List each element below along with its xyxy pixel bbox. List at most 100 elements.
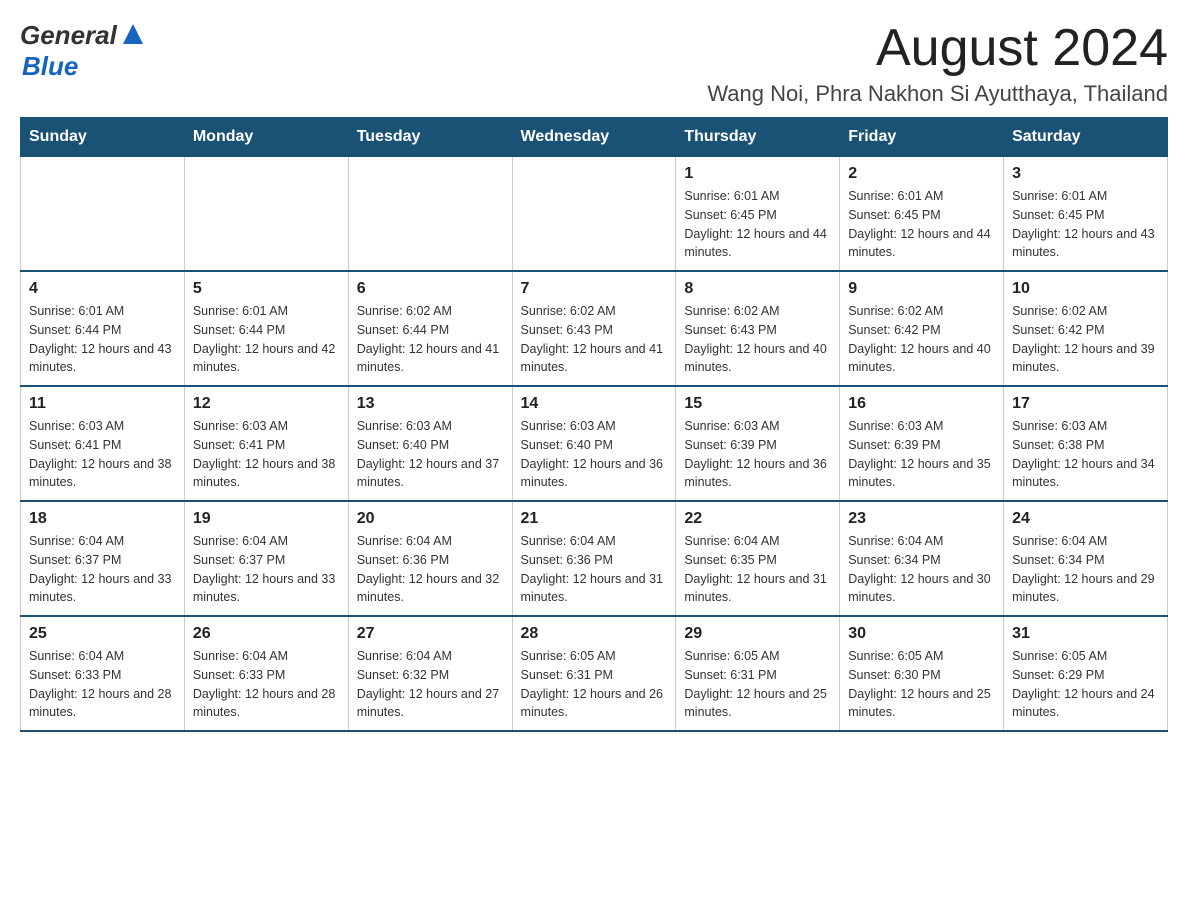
day-number: 11 <box>29 395 176 413</box>
day-number: 26 <box>193 625 340 643</box>
day-number: 16 <box>848 395 995 413</box>
header-monday: Monday <box>184 118 348 157</box>
day-info: Sunrise: 6:03 AMSunset: 6:38 PMDaylight:… <box>1012 417 1159 492</box>
day-cell: 9 Sunrise: 6:02 AMSunset: 6:42 PMDaylight… <box>840 271 1004 386</box>
day-info: Sunrise: 6:05 AMSunset: 6:30 PMDaylight:… <box>848 647 995 722</box>
day-number: 20 <box>357 510 504 528</box>
day-number: 15 <box>684 395 831 413</box>
day-info: Sunrise: 6:04 AMSunset: 6:36 PMDaylight:… <box>521 532 668 607</box>
day-info: Sunrise: 6:03 AMSunset: 6:41 PMDaylight:… <box>29 417 176 492</box>
day-number: 7 <box>521 280 668 298</box>
days-of-week-row: SundayMondayTuesdayWednesdayThursdayFrid… <box>21 118 1168 157</box>
day-info: Sunrise: 6:04 AMSunset: 6:37 PMDaylight:… <box>193 532 340 607</box>
header-thursday: Thursday <box>676 118 840 157</box>
day-number: 30 <box>848 625 995 643</box>
day-number: 13 <box>357 395 504 413</box>
day-cell: 18Sunrise: 6:04 AMSunset: 6:37 PMDayligh… <box>21 501 185 616</box>
day-number: 5 <box>193 280 340 298</box>
day-number: 12 <box>193 395 340 413</box>
day-number: 31 <box>1012 625 1159 643</box>
day-cell <box>512 157 676 272</box>
calendar-table: SundayMondayTuesdayWednesdayThursdayFrid… <box>20 117 1168 732</box>
day-info: Sunrise: 6:03 AMSunset: 6:40 PMDaylight:… <box>521 417 668 492</box>
day-cell: 20 Sunrise: 6:04 AMSunset: 6:36 PMDayligh… <box>348 501 512 616</box>
logo: General Blue <box>20 20 147 82</box>
day-info: Sunrise: 6:01 AMSunset: 6:44 PMDaylight:… <box>29 302 176 377</box>
day-cell: 22 Sunrise: 6:04 AMSunset: 6:35 PMDayligh… <box>676 501 840 616</box>
day-cell: 1 Sunrise: 6:01 AMSunset: 6:45 PMDaylight… <box>676 157 840 272</box>
day-info: Sunrise: 6:04 AMSunset: 6:34 PMDaylight:… <box>848 532 995 607</box>
day-number: 1 <box>684 165 831 183</box>
header-saturday: Saturday <box>1004 118 1168 157</box>
day-cell: 5 Sunrise: 6:01 AMSunset: 6:44 PMDaylight… <box>184 271 348 386</box>
day-cell: 19Sunrise: 6:04 AMSunset: 6:37 PMDayligh… <box>184 501 348 616</box>
day-info: Sunrise: 6:05 AMSunset: 6:31 PMDaylight:… <box>521 647 668 722</box>
day-number: 2 <box>848 165 995 183</box>
day-cell: 8 Sunrise: 6:02 AMSunset: 6:43 PMDaylight… <box>676 271 840 386</box>
day-info: Sunrise: 6:02 AMSunset: 6:44 PMDaylight:… <box>357 302 504 377</box>
week-row-4: 18 Sunrise: 6:04 AMSunset: 6:37 PMDayligh… <box>21 501 1168 616</box>
logo-arrow-icon <box>119 22 147 49</box>
day-number: 25 <box>29 625 176 643</box>
day-cell <box>184 157 348 272</box>
day-number: 27 <box>357 625 504 643</box>
day-number: 4 <box>29 280 176 298</box>
day-cell: 10Sunrise: 6:02 AMSunset: 6:42 PMDayligh… <box>1004 271 1168 386</box>
day-cell: 27Sunrise: 6:04 AMSunset: 6:32 PMDayligh… <box>348 616 512 731</box>
day-number: 23 <box>848 510 995 528</box>
calendar-body: 1 Sunrise: 6:01 AMSunset: 6:45 PMDaylight… <box>21 157 1168 732</box>
day-cell: 3 Sunrise: 6:01 AMSunset: 6:45 PMDaylight… <box>1004 157 1168 272</box>
day-cell: 25 Sunrise: 6:04 AMSunset: 6:33 PMDayligh… <box>21 616 185 731</box>
main-title: August 2024 <box>707 20 1168 77</box>
day-info: Sunrise: 6:03 AMSunset: 6:39 PMDaylight:… <box>684 417 831 492</box>
day-cell: 23 Sunrise: 6:04 AMSunset: 6:34 PMDayligh… <box>840 501 1004 616</box>
day-cell <box>21 157 185 272</box>
title-area: August 2024 Wang Noi, Phra Nakhon Si Ayu… <box>707 20 1168 107</box>
day-info: Sunrise: 6:04 AMSunset: 6:34 PMDaylight:… <box>1012 532 1159 607</box>
day-cell: 14 Sunrise: 6:03 AMSunset: 6:40 PMDayligh… <box>512 386 676 501</box>
day-info: Sunrise: 6:03 AMSunset: 6:41 PMDaylight:… <box>193 417 340 492</box>
day-info: Sunrise: 6:01 AMSunset: 6:44 PMDaylight:… <box>193 302 340 377</box>
day-cell: 28 Sunrise: 6:05 AMSunset: 6:31 PMDayligh… <box>512 616 676 731</box>
logo-general-text: General <box>20 20 117 51</box>
day-cell: 4 Sunrise: 6:01 AMSunset: 6:44 PMDaylight… <box>21 271 185 386</box>
day-number: 8 <box>684 280 831 298</box>
day-info: Sunrise: 6:04 AMSunset: 6:35 PMDaylight:… <box>684 532 831 607</box>
day-info: Sunrise: 6:05 AMSunset: 6:31 PMDaylight:… <box>684 647 831 722</box>
day-number: 22 <box>684 510 831 528</box>
day-info: Sunrise: 6:02 AMSunset: 6:43 PMDaylight:… <box>684 302 831 377</box>
day-number: 21 <box>521 510 668 528</box>
logo-blue-text: Blue <box>22 51 78 81</box>
day-cell: 12 Sunrise: 6:03 AMSunset: 6:41 PMDayligh… <box>184 386 348 501</box>
day-number: 6 <box>357 280 504 298</box>
day-cell: 31 Sunrise: 6:05 AMSunset: 6:29 PMDayligh… <box>1004 616 1168 731</box>
day-cell: 24Sunrise: 6:04 AMSunset: 6:34 PMDayligh… <box>1004 501 1168 616</box>
day-info: Sunrise: 6:04 AMSunset: 6:33 PMDaylight:… <box>29 647 176 722</box>
day-number: 17 <box>1012 395 1159 413</box>
subtitle: Wang Noi, Phra Nakhon Si Ayutthaya, Thai… <box>707 81 1168 107</box>
day-number: 3 <box>1012 165 1159 183</box>
day-number: 29 <box>684 625 831 643</box>
day-number: 28 <box>521 625 668 643</box>
week-row-1: 1 Sunrise: 6:01 AMSunset: 6:45 PMDaylight… <box>21 157 1168 272</box>
day-number: 9 <box>848 280 995 298</box>
day-info: Sunrise: 6:05 AMSunset: 6:29 PMDaylight:… <box>1012 647 1159 722</box>
day-number: 14 <box>521 395 668 413</box>
header-tuesday: Tuesday <box>348 118 512 157</box>
day-info: Sunrise: 6:01 AMSunset: 6:45 PMDaylight:… <box>1012 187 1159 262</box>
day-cell: 15 Sunrise: 6:03 AMSunset: 6:39 PMDayligh… <box>676 386 840 501</box>
calendar-header: SundayMondayTuesdayWednesdayThursdayFrid… <box>21 118 1168 157</box>
day-info: Sunrise: 6:04 AMSunset: 6:33 PMDaylight:… <box>193 647 340 722</box>
day-cell: 7Sunrise: 6:02 AMSunset: 6:43 PMDaylight… <box>512 271 676 386</box>
header-wednesday: Wednesday <box>512 118 676 157</box>
day-cell <box>348 157 512 272</box>
day-cell: 2Sunrise: 6:01 AMSunset: 6:45 PMDaylight… <box>840 157 1004 272</box>
day-info: Sunrise: 6:03 AMSunset: 6:40 PMDaylight:… <box>357 417 504 492</box>
day-info: Sunrise: 6:03 AMSunset: 6:39 PMDaylight:… <box>848 417 995 492</box>
day-info: Sunrise: 6:01 AMSunset: 6:45 PMDaylight:… <box>684 187 831 262</box>
day-number: 18 <box>29 510 176 528</box>
day-info: Sunrise: 6:02 AMSunset: 6:42 PMDaylight:… <box>848 302 995 377</box>
day-cell: 13 Sunrise: 6:03 AMSunset: 6:40 PMDayligh… <box>348 386 512 501</box>
day-cell: 11 Sunrise: 6:03 AMSunset: 6:41 PMDayligh… <box>21 386 185 501</box>
day-info: Sunrise: 6:04 AMSunset: 6:36 PMDaylight:… <box>357 532 504 607</box>
